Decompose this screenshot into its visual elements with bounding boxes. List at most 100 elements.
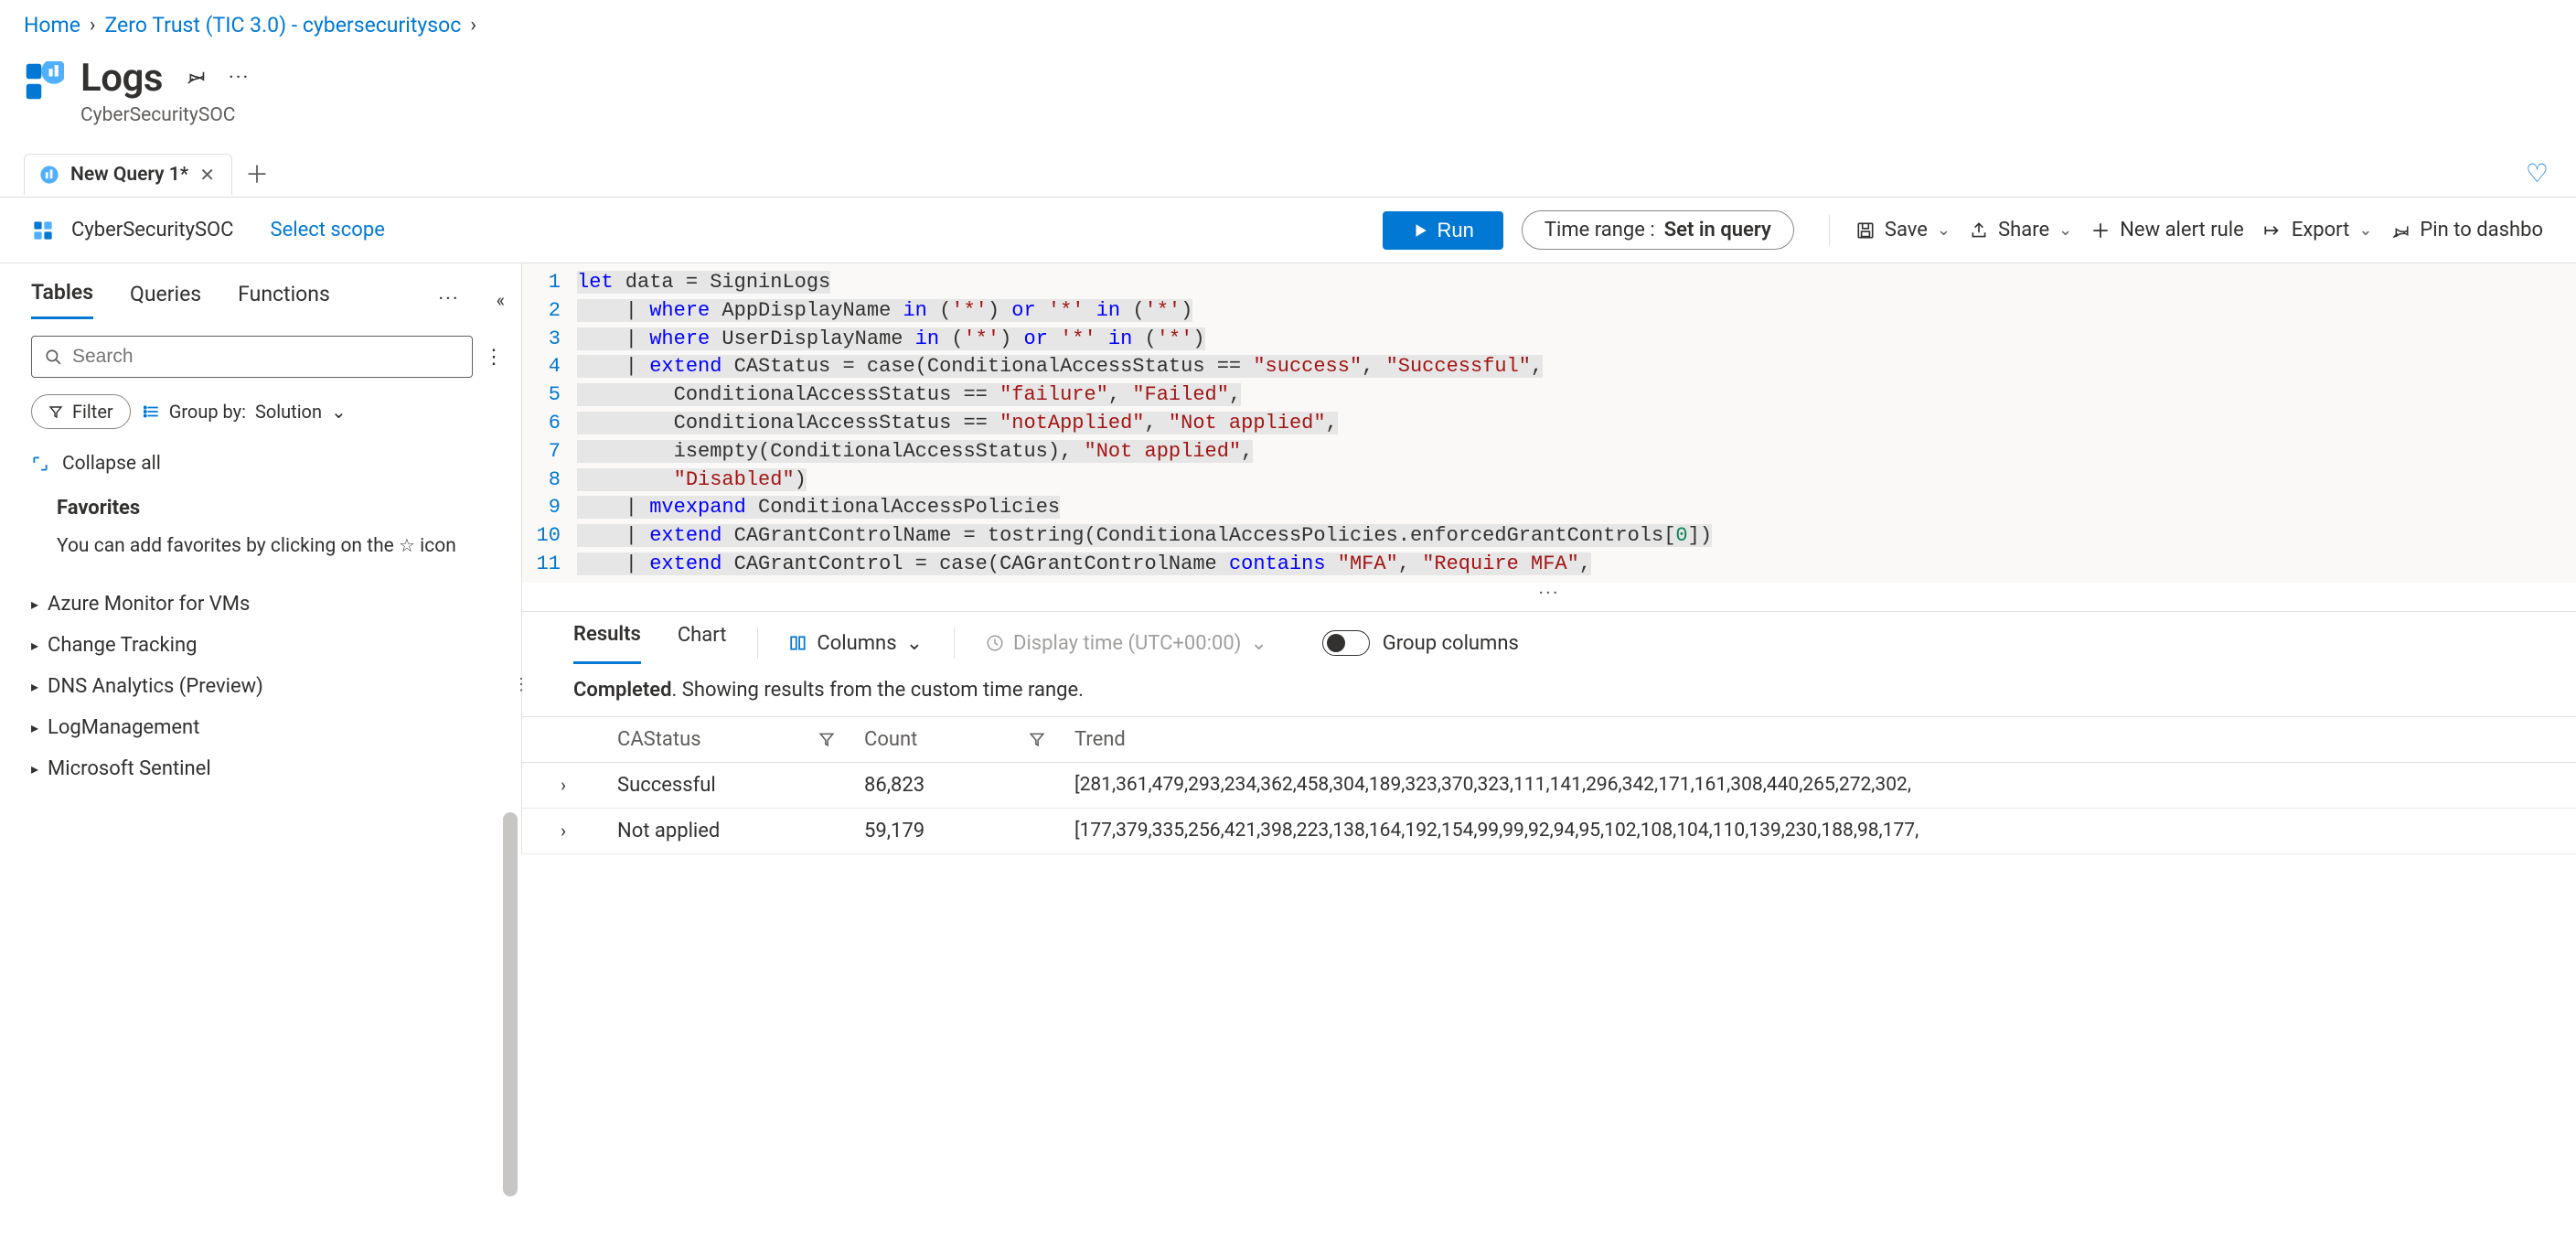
code-line[interactable]: ConditionalAccessStatus == "notApplied",…: [577, 410, 2576, 438]
sidebar-item[interactable]: ▸DNS Analytics (Preview): [31, 675, 505, 698]
caret-right-icon: ▸: [31, 637, 38, 654]
sidebar-item-label: Change Tracking: [48, 634, 197, 657]
sidebar-item[interactable]: ▸LogManagement: [31, 716, 505, 739]
group-columns-toggle[interactable]: [1322, 630, 1370, 656]
group-columns-label: Group columns: [1383, 632, 1519, 655]
favorites-section: Favorites You can add favorites by click…: [31, 497, 505, 560]
star-icon: ☆: [399, 534, 415, 556]
scrollbar[interactable]: [503, 812, 518, 1196]
table-row[interactable]: ›Not applied59,179[177,379,335,256,421,3…: [522, 809, 2576, 854]
select-scope-link[interactable]: Select scope: [271, 219, 385, 241]
favorite-icon[interactable]: ♡: [2526, 158, 2549, 188]
separator: [757, 627, 758, 659]
editor-results-column: ⋮ 1let data = SigninLogs2 | where AppDis…: [521, 263, 2576, 854]
group-by-dropdown[interactable]: Group by: Solution ⌄: [144, 401, 347, 423]
logs-icon: [39, 165, 59, 185]
search-more-icon[interactable]: ⋮: [484, 346, 505, 369]
code-line[interactable]: | where AppDisplayName in ('*') or '*' i…: [577, 297, 2576, 326]
sidebar-item[interactable]: ▸Microsoft Sentinel: [31, 757, 505, 780]
more-actions-icon[interactable]: ···: [229, 67, 250, 90]
code-line[interactable]: "Disabled"): [577, 466, 2576, 495]
pin-icon[interactable]: [185, 65, 207, 92]
save-label: Save: [1885, 219, 1928, 241]
results-tab-results[interactable]: Results: [573, 623, 641, 664]
search-input-wrapper[interactable]: [31, 336, 473, 378]
chevron-down-icon: ⌄: [1250, 632, 1267, 655]
table-row[interactable]: ›Successful86,823[281,361,479,293,234,36…: [522, 763, 2576, 809]
page-title: Logs: [80, 56, 163, 101]
sidebar-item[interactable]: ▸ Change Tracking: [31, 634, 505, 657]
editor-overflow-icon: ···: [522, 583, 2576, 611]
collapse-sidebar-icon[interactable]: «: [497, 289, 505, 311]
code-line[interactable]: let data = SigninLogs: [577, 269, 2576, 297]
code-line[interactable]: | mvexpand ConditionalAccessPolicies: [577, 494, 2576, 522]
time-range-picker[interactable]: Time range : Set in query: [1522, 210, 1794, 250]
breadcrumb-workbook[interactable]: Zero Trust (TIC 3.0) - cybersecuritysoc: [105, 13, 462, 38]
results-tab-chart[interactable]: Chart: [678, 624, 727, 662]
chevron-right-icon: ›: [90, 14, 96, 37]
query-tab[interactable]: New Query 1* ✕: [24, 154, 232, 195]
expand-row-icon[interactable]: ›: [561, 820, 617, 842]
separator: [1829, 215, 1830, 246]
filter-button[interactable]: Filter: [31, 394, 131, 429]
line-number: 9: [522, 494, 577, 522]
col-count[interactable]: Count: [864, 728, 1029, 751]
line-number: 5: [522, 381, 577, 410]
code-line[interactable]: isempty(ConditionalAccessStatus), "Not a…: [577, 438, 2576, 466]
export-icon: [2262, 220, 2282, 241]
filter-icon: [48, 404, 63, 419]
filter-icon[interactable]: [1029, 731, 1074, 747]
run-button[interactable]: Run: [1383, 211, 1503, 250]
line-number: 10: [522, 522, 577, 551]
table-header: CAStatus Count Trend: [522, 717, 2576, 763]
export-button[interactable]: Export ⌄: [2253, 213, 2382, 247]
new-alert-button[interactable]: New alert rule: [2081, 213, 2253, 247]
workspace-icon: [33, 220, 53, 241]
col-trend[interactable]: Trend: [1074, 728, 2554, 751]
cell-count: 86,823: [864, 774, 1029, 797]
pin-label: Pin to dashbo: [2420, 219, 2543, 241]
cell-castatus: Not applied: [617, 820, 818, 842]
columns-button[interactable]: Columns ⌄: [789, 632, 923, 655]
columns-icon: [789, 634, 807, 652]
code-line[interactable]: | extend CAGrantControl = case(CAGrantCo…: [577, 551, 2576, 579]
plus-icon: [2090, 220, 2111, 241]
clock-icon: [986, 634, 1004, 652]
resize-handle-icon[interactable]: ⋮: [513, 675, 530, 694]
results-table: CAStatus Count Trend ›Successful86,823[2…: [522, 716, 2576, 854]
list-icon: [144, 403, 160, 420]
export-label: Export: [2292, 219, 2350, 241]
code-line[interactable]: ConditionalAccessStatus == "failure", "F…: [577, 381, 2576, 410]
code-line[interactable]: | where UserDisplayName in ('*') or '*' …: [577, 326, 2576, 354]
search-input[interactable]: [72, 346, 459, 368]
code-line[interactable]: | extend CAStatus = case(ConditionalAcce…: [577, 353, 2576, 381]
caret-right-icon: ▸: [31, 595, 38, 613]
cell-trend: [281,361,479,293,234,362,458,304,189,323…: [1074, 774, 2554, 796]
sidebar-item-label: DNS Analytics (Preview): [48, 675, 263, 698]
collapse-all-button[interactable]: Collapse all: [31, 453, 505, 475]
code-line[interactable]: | extend CAGrantControlName = tostring(C…: [577, 522, 2576, 551]
sidebar-tab-queries[interactable]: Queries: [130, 282, 201, 318]
col-castatus[interactable]: CAStatus: [617, 728, 818, 751]
share-button[interactable]: Share ⌄: [1960, 213, 2081, 247]
filter-icon[interactable]: [818, 731, 864, 747]
display-time-dropdown: Display time (UTC+00:00) ⌄: [986, 632, 1267, 655]
close-icon[interactable]: ✕: [199, 164, 215, 186]
collapse-all-icon: [31, 455, 49, 473]
breadcrumb-home[interactable]: Home: [24, 13, 80, 38]
pin-to-dashboard-button[interactable]: Pin to dashbo: [2381, 213, 2552, 247]
query-editor[interactable]: 1let data = SigninLogs2 | where AppDispl…: [522, 263, 2576, 583]
add-tab-button[interactable]: ＋: [245, 156, 269, 190]
sidebar-more-icon[interactable]: ···: [438, 288, 459, 311]
sidebar-tab-functions[interactable]: Functions: [238, 282, 330, 318]
save-button[interactable]: Save ⌄: [1846, 213, 1960, 247]
line-number: 11: [522, 551, 577, 579]
expand-row-icon[interactable]: ›: [561, 774, 617, 796]
line-number: 2: [522, 297, 577, 326]
sidebar-tab-tables[interactable]: Tables: [31, 280, 93, 319]
chevron-down-icon: ⌄: [2358, 220, 2372, 240]
chevron-down-icon: ⌄: [331, 401, 347, 423]
line-number: 8: [522, 466, 577, 495]
line-number: 6: [522, 410, 577, 438]
sidebar-item[interactable]: ▸Azure Monitor for VMs: [31, 593, 505, 616]
